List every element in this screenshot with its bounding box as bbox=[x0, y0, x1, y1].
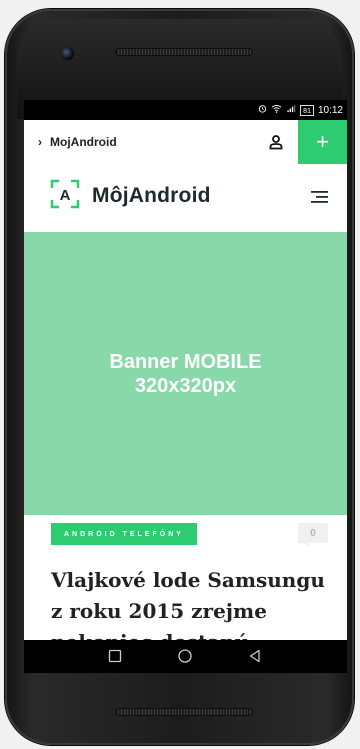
front-camera-icon bbox=[61, 47, 74, 60]
circle-icon bbox=[178, 649, 192, 663]
site-header: A MôjAndroid bbox=[24, 164, 347, 232]
article-title[interactable]: Vlajkové lode Samsungu z roku 2015 zrejm… bbox=[51, 565, 336, 640]
breadcrumb[interactable]: › MojAndroid bbox=[38, 135, 117, 149]
bottom-speaker bbox=[116, 709, 252, 715]
status-icons: 81 10:12 bbox=[258, 104, 343, 117]
square-icon bbox=[108, 649, 122, 663]
banner-text: Banner MOBILE 320x320px bbox=[109, 350, 262, 397]
user-account-button[interactable] bbox=[254, 120, 298, 164]
battery-indicator: 81 bbox=[300, 105, 314, 116]
user-icon bbox=[269, 135, 283, 150]
top-bar: › MojAndroid + bbox=[24, 120, 347, 165]
site-logo-text[interactable]: MôjAndroid bbox=[92, 184, 211, 208]
category-tag[interactable]: ANDROID TELEFÓNY bbox=[51, 523, 197, 545]
breadcrumb-label: MojAndroid bbox=[50, 135, 117, 149]
chevron-right-icon: › bbox=[38, 135, 42, 149]
android-nav-bar bbox=[24, 640, 347, 673]
hamburger-icon[interactable] bbox=[311, 190, 329, 204]
signal-icon bbox=[286, 104, 296, 117]
svg-text:A: A bbox=[60, 187, 71, 204]
earpiece-speaker bbox=[116, 49, 252, 55]
recents-button[interactable] bbox=[107, 648, 123, 664]
back-button[interactable] bbox=[247, 648, 263, 664]
alarm-icon bbox=[258, 104, 267, 117]
app-content: › MojAndroid + A MôjAndroid Banner MOBIL… bbox=[24, 120, 347, 640]
logo-icon[interactable]: A bbox=[50, 179, 80, 209]
screen: 81 10:12 › MojAndroid + A MôjAndroid Ban… bbox=[24, 100, 347, 673]
plus-icon: + bbox=[316, 129, 329, 154]
add-button[interactable]: + bbox=[298, 120, 347, 164]
ad-banner[interactable]: Banner MOBILE 320x320px bbox=[24, 232, 347, 515]
wifi-icon bbox=[271, 104, 282, 117]
comment-count-badge[interactable]: 0 bbox=[298, 523, 328, 548]
status-bar: 81 10:12 bbox=[24, 100, 347, 120]
status-time: 10:12 bbox=[317, 104, 343, 116]
home-button[interactable] bbox=[177, 648, 193, 664]
triangle-back-icon bbox=[249, 649, 260, 663]
